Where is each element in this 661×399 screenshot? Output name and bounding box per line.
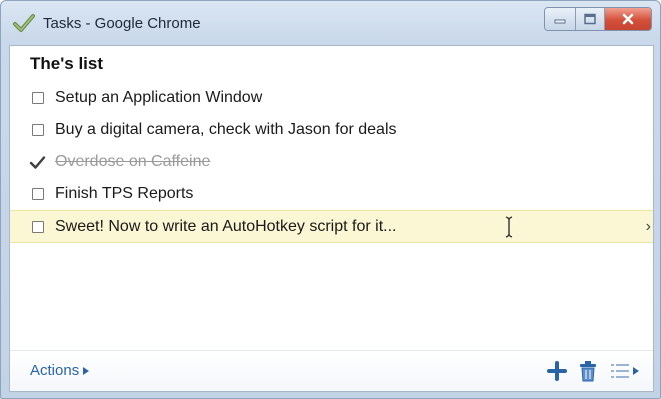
task-details-arrow-icon[interactable]: › xyxy=(646,218,651,236)
task-list: Setup an Application Window Buy a digita… xyxy=(10,82,653,243)
task-item-selected[interactable]: Sweet! Now to write an AutoHotkey script… xyxy=(10,210,653,243)
checkmark-icon xyxy=(13,14,35,32)
task-checkbox[interactable] xyxy=(32,188,44,200)
add-task-button[interactable] xyxy=(547,360,567,382)
maximize-button[interactable] xyxy=(576,8,605,30)
task-text[interactable]: Finish TPS Reports xyxy=(55,185,193,203)
task-text[interactable]: Sweet! Now to write an AutoHotkey script… xyxy=(55,218,396,236)
task-checkbox[interactable] xyxy=(32,220,44,233)
task-item[interactable]: Setup an Application Window xyxy=(10,82,653,114)
completed-check-icon[interactable] xyxy=(29,155,46,170)
actions-menu-button[interactable]: Actions xyxy=(30,362,90,379)
actions-label: Actions xyxy=(30,362,80,379)
task-text[interactable]: Setup an Application Window xyxy=(55,89,262,107)
task-checkbox[interactable] xyxy=(32,92,44,104)
maximize-icon xyxy=(584,13,596,25)
task-checkbox[interactable] xyxy=(32,124,44,136)
text-cursor-icon xyxy=(505,216,513,238)
task-item-completed[interactable]: Overdose on Caffeine xyxy=(10,146,653,178)
task-item[interactable]: Buy a digital camera, check with Jason f… xyxy=(10,114,653,146)
task-footer: Actions xyxy=(10,350,653,391)
title-bar[interactable]: Tasks - Google Chrome xyxy=(1,1,660,45)
close-button[interactable] xyxy=(605,8,651,30)
triangle-right-icon xyxy=(83,366,90,375)
list-title: The's list xyxy=(30,54,104,73)
minimize-button[interactable] xyxy=(545,8,576,30)
close-icon xyxy=(622,13,634,25)
lists-menu-button[interactable] xyxy=(610,360,640,382)
plus-icon xyxy=(547,361,567,381)
chrome-window: Tasks - Google Chrome The's list Setup a… xyxy=(0,0,661,399)
trash-icon xyxy=(580,361,596,382)
minimize-icon xyxy=(554,19,566,24)
task-text[interactable]: Buy a digital camera, check with Jason f… xyxy=(55,121,397,139)
window-title: Tasks - Google Chrome xyxy=(43,15,201,32)
tasks-panel: The's list Setup an Application Window B… xyxy=(9,45,654,392)
delete-task-button[interactable] xyxy=(579,360,597,382)
list-icon xyxy=(611,364,639,378)
window-controls xyxy=(544,7,652,31)
task-item[interactable]: Finish TPS Reports xyxy=(10,178,653,210)
task-text[interactable]: Overdose on Caffeine xyxy=(55,153,210,171)
